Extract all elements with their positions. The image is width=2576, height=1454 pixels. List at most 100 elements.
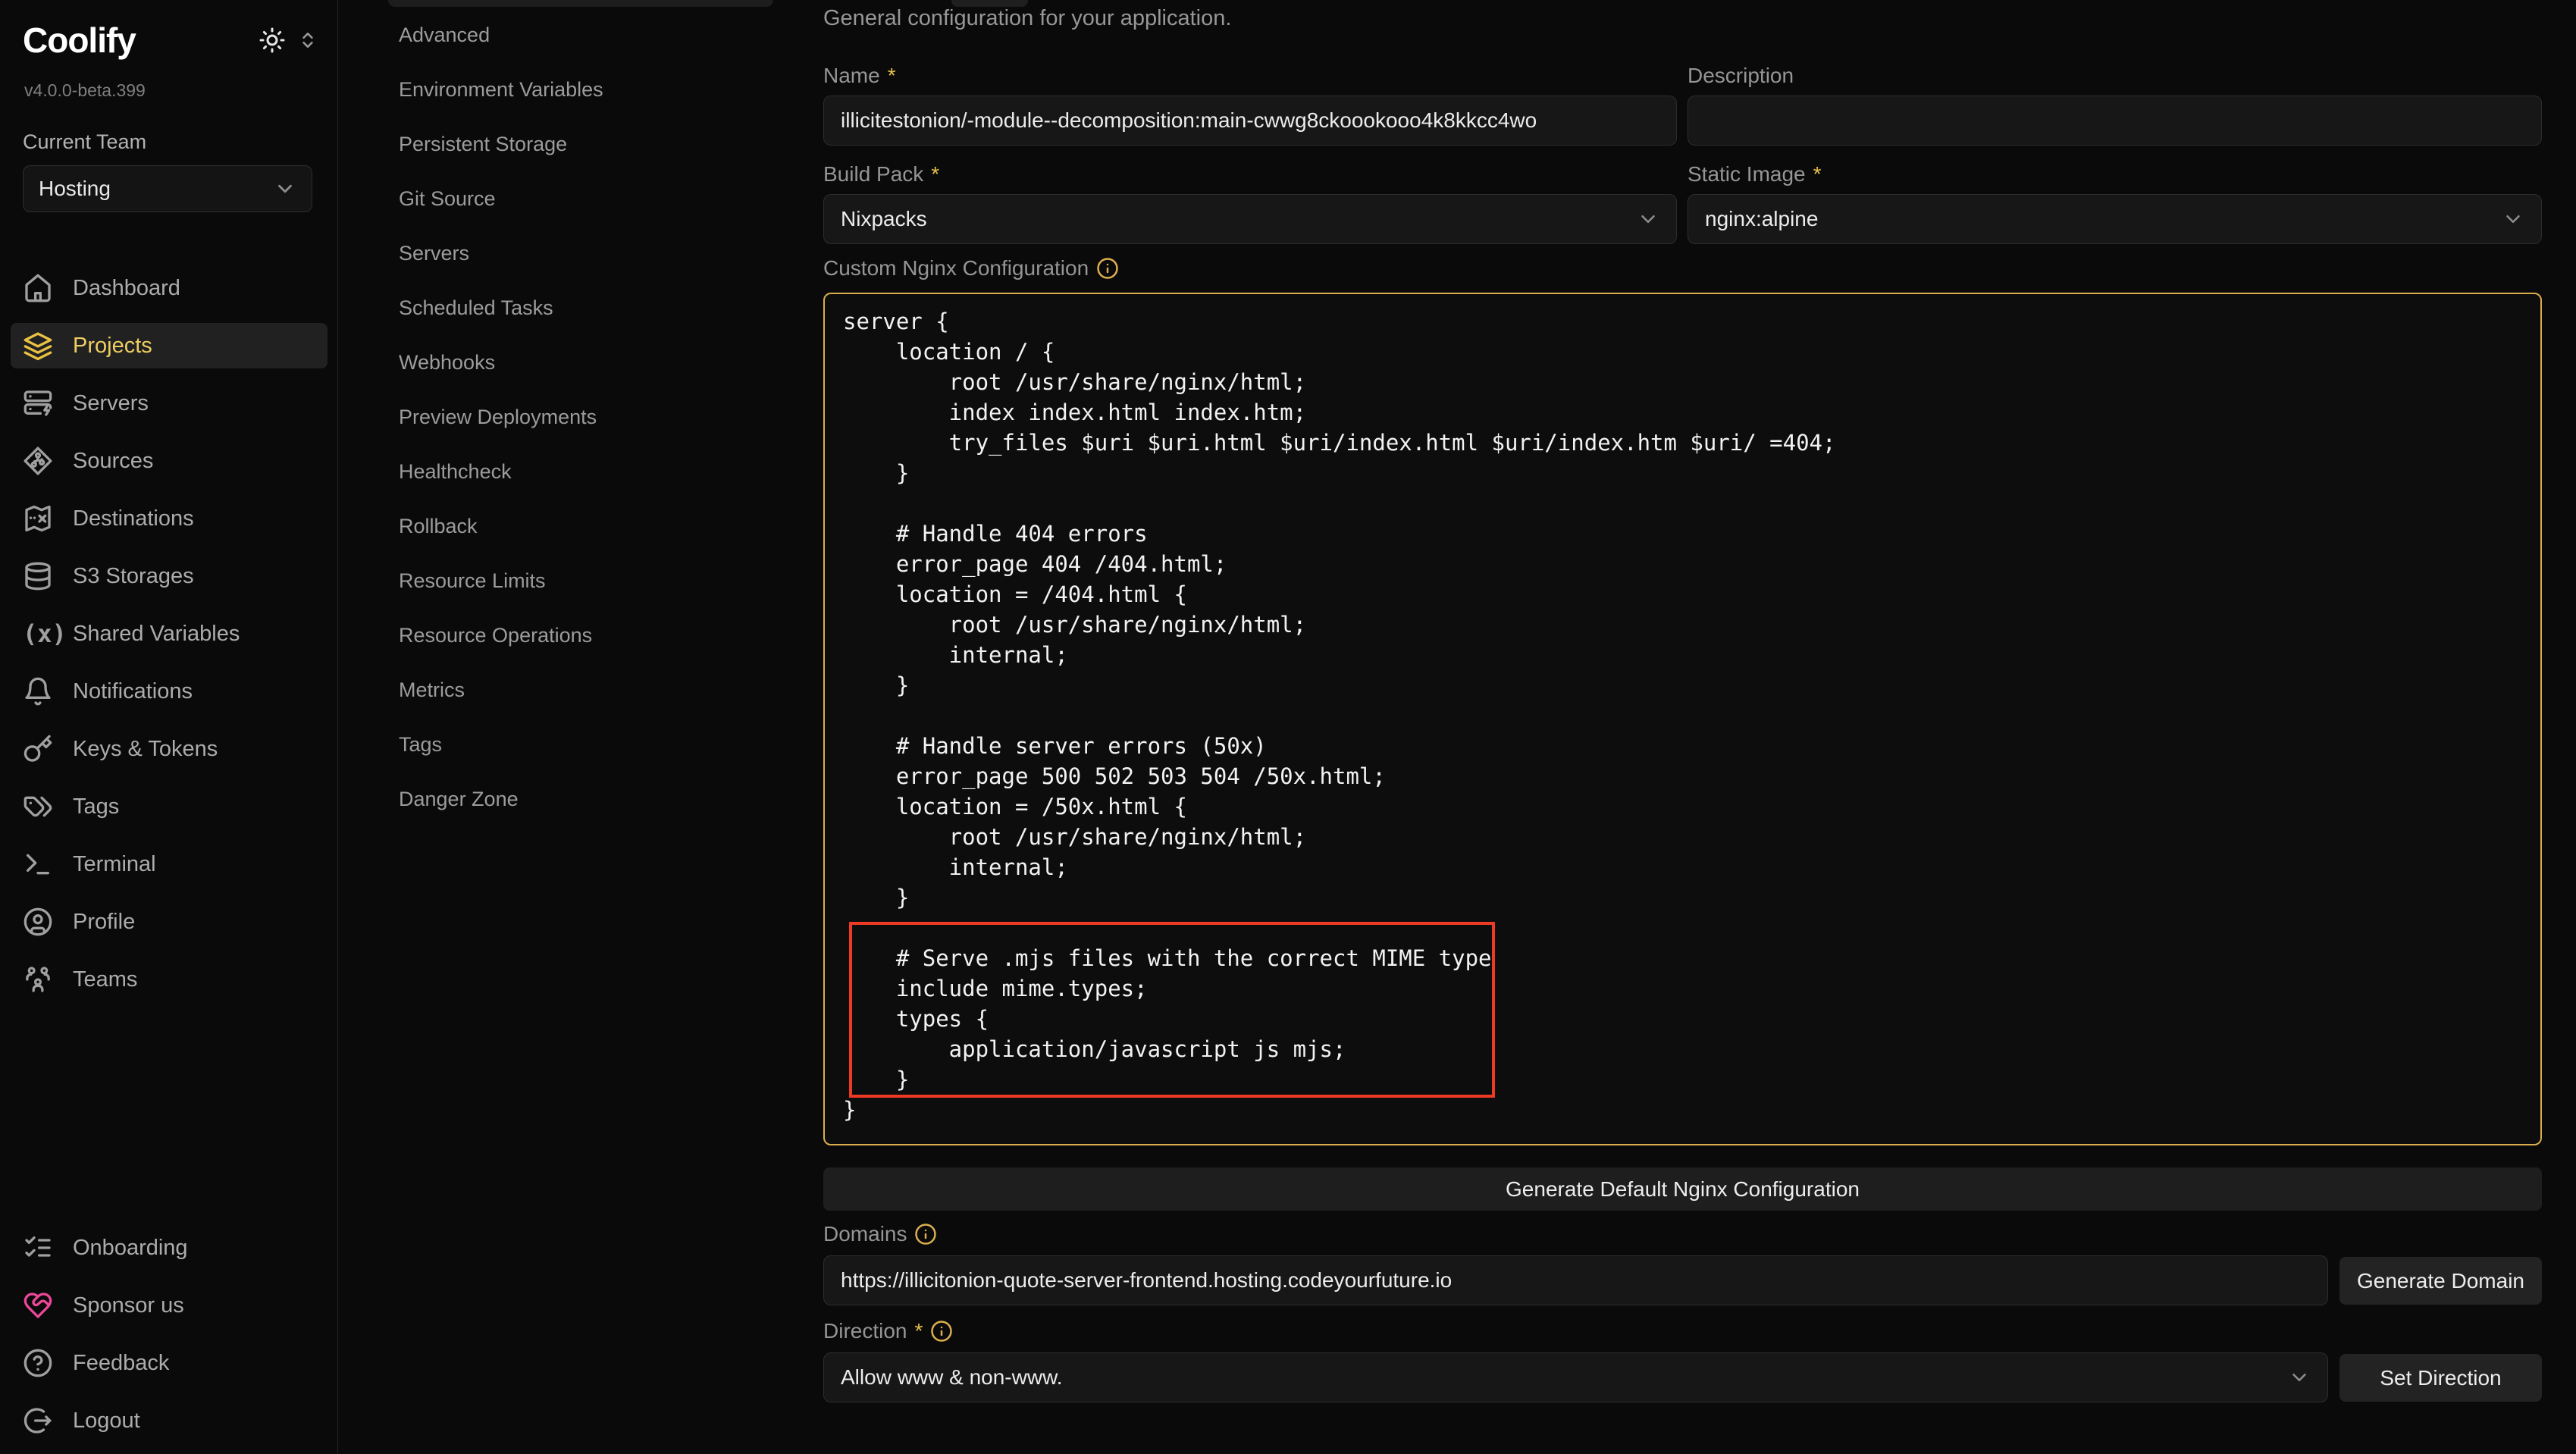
sidebar-item-profile[interactable]: Profile [11,899,327,945]
sidebar-item-label: Keys & Tokens [73,737,218,762]
static-image-select[interactable]: nginx:alpine [1688,194,2542,244]
static-image-label: Static Image * [1688,162,1822,186]
bell-icon [23,676,53,707]
required-asterisk: * [931,162,939,186]
subnav-item-healthcheck[interactable]: Healthcheck [384,449,790,494]
set-direction-button[interactable]: Set Direction [2339,1354,2542,1402]
sidebar-item-sources[interactable]: Sources [11,438,327,484]
sidebar-item-label: Sponsor us [73,1293,184,1318]
sidebar-item-shared-variables[interactable]: (x) Shared Variables [11,611,327,656]
nginx-config-label-text: Custom Nginx Configuration [823,256,1089,280]
subnav-selected-item-fragment[interactable] [388,0,773,7]
sun-icon[interactable] [259,27,286,54]
subnav-item-rollback[interactable]: Rollback [384,503,790,549]
sidebar-item-label: S3 Storages [73,564,194,589]
build-pack-label-text: Build Pack [823,162,923,186]
chevron-down-icon [274,177,296,200]
sidebar-item-label: Dashboard [73,276,180,301]
logout-icon [23,1405,53,1436]
description-input[interactable] [1688,96,2542,146]
sidebar-item-dashboard[interactable]: Dashboard [11,265,327,311]
sidebar-item-terminal[interactable]: Terminal [11,841,327,887]
info-icon[interactable] [930,1320,953,1343]
team-select[interactable]: Hosting [23,165,312,212]
subnav-item-danger-zone[interactable]: Danger Zone [384,776,790,822]
list-checks-icon [23,1233,53,1263]
info-icon[interactable] [914,1223,937,1246]
users-icon [23,964,53,995]
sidebar-item-logout[interactable]: Logout [11,1398,327,1443]
user-circle-icon [23,907,53,937]
chevron-down-icon [2288,1366,2311,1389]
sidebar-nav: Dashboard Projects Servers Sources Desti… [11,265,327,1002]
chevron-down-icon [1637,208,1659,230]
static-image-label-text: Static Image [1688,162,1806,186]
sidebar-item-label: Terminal [73,852,156,877]
braces-x-icon: (x) [23,619,53,648]
page-subtitle: General configuration for your applicati… [823,6,1231,31]
chevrons-up-down-icon[interactable] [298,30,318,50]
subnav-item-preview-deployments[interactable]: Preview Deployments [384,394,790,440]
generate-domain-button[interactable]: Generate Domain [2339,1257,2542,1305]
required-asterisk: * [1813,162,1822,186]
current-team-label: Current Team [23,130,146,154]
generate-default-nginx-button[interactable]: Generate Default Nginx Configuration [823,1167,2542,1211]
subnav-item-scheduled-tasks[interactable]: Scheduled Tasks [384,285,790,331]
theme-controls [259,27,318,54]
sidebar-item-teams[interactable]: Teams [11,957,327,1002]
heart-handshake-icon [23,1290,53,1321]
sidebar-item-projects[interactable]: Projects [11,323,327,368]
sidebar-item-label: Profile [73,910,135,935]
sidebar-item-label: Notifications [73,679,193,704]
name-label-text: Name [823,64,880,88]
info-icon[interactable] [1096,257,1119,280]
sidebar-item-servers[interactable]: Servers [11,381,327,426]
direction-label-text: Direction [823,1319,907,1343]
sidebar-item-sponsor-us[interactable]: Sponsor us [11,1283,327,1328]
settings-subnav: Advanced Environment Variables Persisten… [384,0,790,1454]
subnav-item-resource-operations[interactable]: Resource Operations [384,613,790,658]
sidebar-footer-nav: Onboarding Sponsor us Feedback Logout [11,1225,327,1443]
subnav-item-persistent-storage[interactable]: Persistent Storage [384,121,790,167]
direction-select-value: Allow www & non-www. [841,1365,1063,1390]
sidebar-item-feedback[interactable]: Feedback [11,1340,327,1386]
subnav-item-tags[interactable]: Tags [384,722,790,767]
description-label: Description [1688,64,1794,88]
description-label-text: Description [1688,64,1794,88]
sidebar-item-label: Sources [73,449,153,474]
sidebar-item-label: Onboarding [73,1236,188,1261]
sidebar-item-notifications[interactable]: Notifications [11,669,327,714]
nginx-config-code: server { location / { root /usr/share/ng… [825,294,2540,1137]
required-asterisk: * [888,64,896,88]
subnav-list: Advanced Environment Variables Persisten… [384,12,790,822]
direction-select[interactable]: Allow www & non-www. [823,1352,2328,1402]
layers-icon [23,331,53,361]
team-select-value: Hosting [39,177,111,201]
nginx-config-textarea[interactable]: server { location / { root /usr/share/ng… [823,293,2542,1145]
sidebar-item-tags[interactable]: Tags [11,784,327,829]
domains-input[interactable] [823,1255,2328,1305]
sidebar-item-keys-tokens[interactable]: Keys & Tokens [11,726,327,772]
name-label: Name * [823,64,896,88]
build-pack-select[interactable]: Nixpacks [823,194,1677,244]
app-logo[interactable]: Coolify [23,20,136,61]
subnav-item-advanced[interactable]: Advanced [384,12,790,58]
sidebar-item-s3-storages[interactable]: S3 Storages [11,553,327,599]
tags-icon [23,791,53,822]
name-input[interactable] [823,96,1677,146]
domains-label-text: Domains [823,1222,907,1246]
subnav-item-git-source[interactable]: Git Source [384,176,790,221]
subnav-item-servers[interactable]: Servers [384,230,790,276]
subnav-item-environment-variables[interactable]: Environment Variables [384,67,790,112]
sidebar-item-destinations[interactable]: Destinations [11,496,327,541]
home-icon [23,273,53,303]
subnav-item-webhooks[interactable]: Webhooks [384,340,790,385]
chevron-down-icon [2502,208,2524,230]
sidebar-item-onboarding[interactable]: Onboarding [11,1225,327,1271]
subnav-item-metrics[interactable]: Metrics [384,667,790,713]
subnav-item-resource-limits[interactable]: Resource Limits [384,558,790,603]
key-icon [23,734,53,764]
sidebar-item-label: Servers [73,391,149,416]
sidebar-item-label: Feedback [73,1351,169,1376]
logo-row: Coolify [23,20,318,61]
